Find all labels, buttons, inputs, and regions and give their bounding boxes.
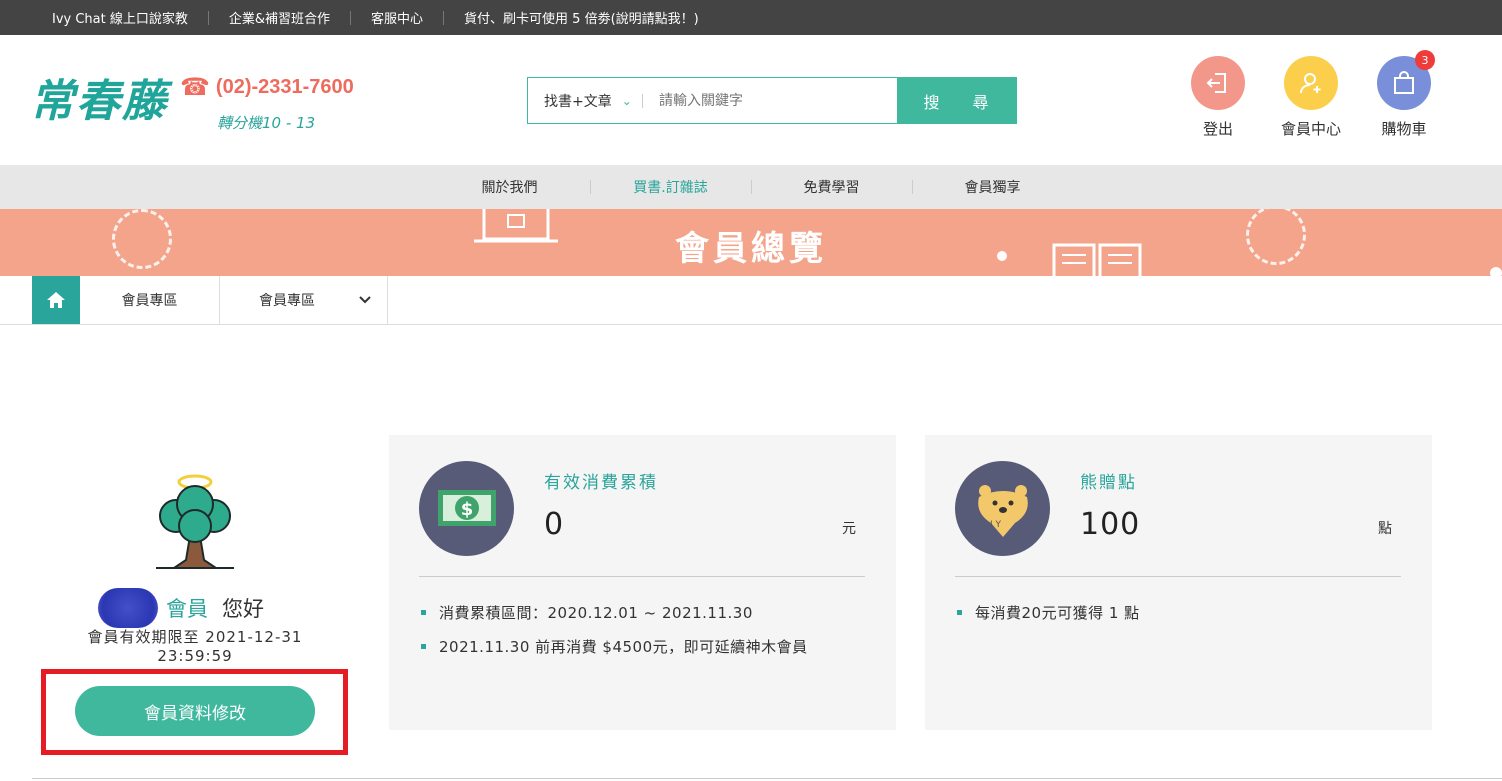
page-banner: 會員總覽 bbox=[0, 209, 1502, 276]
points-title: 熊贈點 bbox=[1080, 473, 1137, 493]
svg-text:$: $ bbox=[461, 499, 474, 520]
phone-contact: ☎ (02)-2331-7600 bbox=[180, 73, 354, 101]
phone-icon: ☎ bbox=[180, 73, 210, 101]
divider bbox=[419, 576, 865, 577]
page-title: 會員總覽 bbox=[675, 229, 827, 269]
user-add-icon bbox=[1284, 56, 1338, 110]
member-label: 會員 bbox=[166, 597, 208, 621]
tree-avatar-icon bbox=[156, 474, 234, 569]
search-bar: 找書+文章 ⌄ 搜 尋 bbox=[527, 77, 1017, 124]
greeting-text: 您好 bbox=[222, 597, 264, 621]
nav-item-member-exclusive[interactable]: 會員獨享 bbox=[913, 177, 1073, 197]
spend-card: $ 有效消費累積 0 元 消費累積區間：2020.12.01 ~ 2021.11… bbox=[389, 435, 896, 730]
cart-count-badge: 3 bbox=[1415, 50, 1435, 70]
site-logo[interactable]: 常春藤 bbox=[30, 65, 168, 129]
search-button[interactable]: 搜 尋 bbox=[897, 77, 1017, 124]
nav-item-about[interactable]: 關於我們 bbox=[430, 177, 590, 197]
divider bbox=[350, 10, 352, 25]
money-icon: $ bbox=[438, 490, 496, 526]
edit-profile-button[interactable]: 會員資料修改 bbox=[75, 686, 315, 736]
member-center-label: 會員中心 bbox=[1280, 120, 1341, 138]
cart-label: 購物車 bbox=[1381, 120, 1427, 138]
points-notes: 每消費20元可獲得 1 點 bbox=[957, 602, 1140, 636]
header: 常春藤 ☎ (02)-2331-7600 轉分機10 - 13 找書+文章 ⌄ … bbox=[0, 35, 1502, 165]
member-center-link[interactable]: 會員中心 bbox=[1271, 56, 1351, 139]
spend-unit: 元 bbox=[842, 521, 856, 537]
divider bbox=[955, 576, 1401, 577]
chevron-down-icon bbox=[359, 296, 371, 304]
divider bbox=[32, 778, 1502, 779]
shopping-bag-icon: 3 bbox=[1377, 50, 1435, 110]
svg-text:I Y: I Y bbox=[990, 520, 1002, 530]
validity-time: 23:59:59 bbox=[157, 647, 233, 665]
breadcrumb: 會員專區 會員專區 bbox=[0, 276, 1502, 325]
member-greeting: 會員 您好 bbox=[98, 588, 264, 628]
spend-notes: 消費累積區間：2020.12.01 ~ 2021.11.30 2021.11.3… bbox=[421, 602, 808, 670]
topbar-link-ivy-chat[interactable]: Ivy Chat 線上口說家教 bbox=[52, 8, 188, 27]
spend-title: 有效消費累積 bbox=[544, 473, 658, 493]
breadcrumb-dropdown[interactable]: 會員專區 bbox=[221, 276, 388, 324]
search-category-label: 找書+文章 bbox=[544, 93, 612, 110]
divider bbox=[443, 10, 445, 25]
chevron-down-icon: ⌄ bbox=[621, 93, 632, 108]
topbar-link-service[interactable]: 客服中心 bbox=[371, 8, 423, 27]
main-nav: 關於我們 買書.訂雜誌 免費學習 會員獨享 bbox=[0, 165, 1502, 209]
points-card: I Y 熊贈點 100 點 每消費20元可獲得 1 點 bbox=[925, 435, 1432, 730]
cart-link[interactable]: 3 購物車 bbox=[1364, 50, 1444, 139]
phone-number: (02)-2331-7600 bbox=[215, 75, 354, 98]
topbar-link-voucher[interactable]: 貨付、刷卡可使用 5 倍劵(說明請點我！) bbox=[464, 8, 699, 27]
list-item: 每消費20元可獲得 1 點 bbox=[957, 602, 1140, 623]
bear-icon-circle: I Y bbox=[955, 461, 1050, 556]
list-item: 消費累積區間：2020.12.01 ~ 2021.11.30 bbox=[421, 602, 808, 623]
money-icon-circle: $ bbox=[419, 461, 514, 556]
topbar-link-business[interactable]: 企業&補習班合作 bbox=[229, 8, 330, 27]
home-button[interactable] bbox=[32, 276, 80, 324]
membership-validity: 會員有效期限至 2021-12-31 23:59:59 bbox=[40, 628, 350, 666]
search-input[interactable] bbox=[647, 77, 897, 124]
breadcrumb-item[interactable]: 會員專區 bbox=[80, 276, 220, 324]
points-unit: 點 bbox=[1378, 521, 1392, 537]
breadcrumb-dropdown-label: 會員專區 bbox=[259, 293, 315, 309]
spend-value: 0 bbox=[544, 507, 565, 542]
list-item: 2021.11.30 前再消費 $4500元，即可延續神木會員 bbox=[421, 636, 808, 657]
logout-label: 登出 bbox=[1202, 120, 1233, 138]
points-value: 100 bbox=[1080, 507, 1141, 542]
redacted-name bbox=[98, 588, 158, 628]
top-bar: Ivy Chat 線上口說家教 企業&補習班合作 客服中心 貨付、刷卡可使用 5… bbox=[0, 0, 1502, 35]
logout-icon bbox=[1191, 56, 1245, 110]
phone-extension: 轉分機10 - 13 bbox=[217, 114, 316, 132]
nav-item-shop[interactable]: 買書.訂雜誌 bbox=[591, 177, 751, 197]
divider bbox=[641, 93, 643, 108]
search-category-select[interactable]: 找書+文章 ⌄ bbox=[527, 77, 647, 124]
nav-item-free-learning[interactable]: 免費學習 bbox=[752, 177, 912, 197]
home-icon bbox=[47, 292, 65, 308]
bear-icon: I Y bbox=[978, 485, 1028, 537]
logout-link[interactable]: 登出 bbox=[1178, 56, 1258, 139]
validity-date: 會員有效期限至 2021-12-31 bbox=[87, 628, 303, 646]
divider bbox=[207, 10, 209, 25]
